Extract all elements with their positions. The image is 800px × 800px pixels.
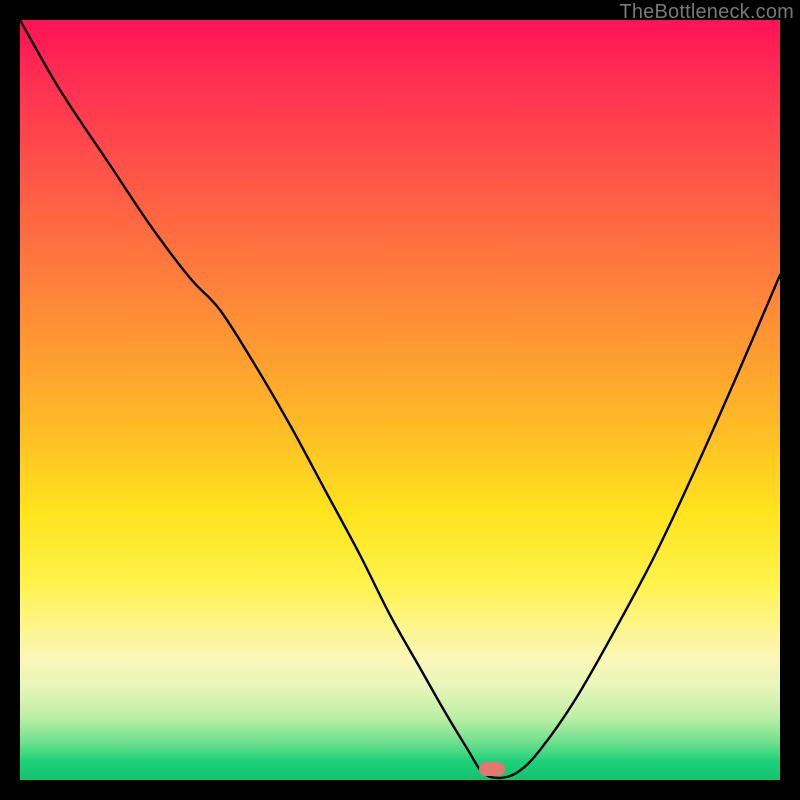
plot-area — [20, 20, 780, 780]
optimum-marker — [479, 762, 505, 776]
chart-frame: TheBottleneck.com — [0, 0, 800, 800]
bottleneck-curve — [20, 20, 780, 780]
watermark-text: TheBottleneck.com — [619, 1, 794, 24]
